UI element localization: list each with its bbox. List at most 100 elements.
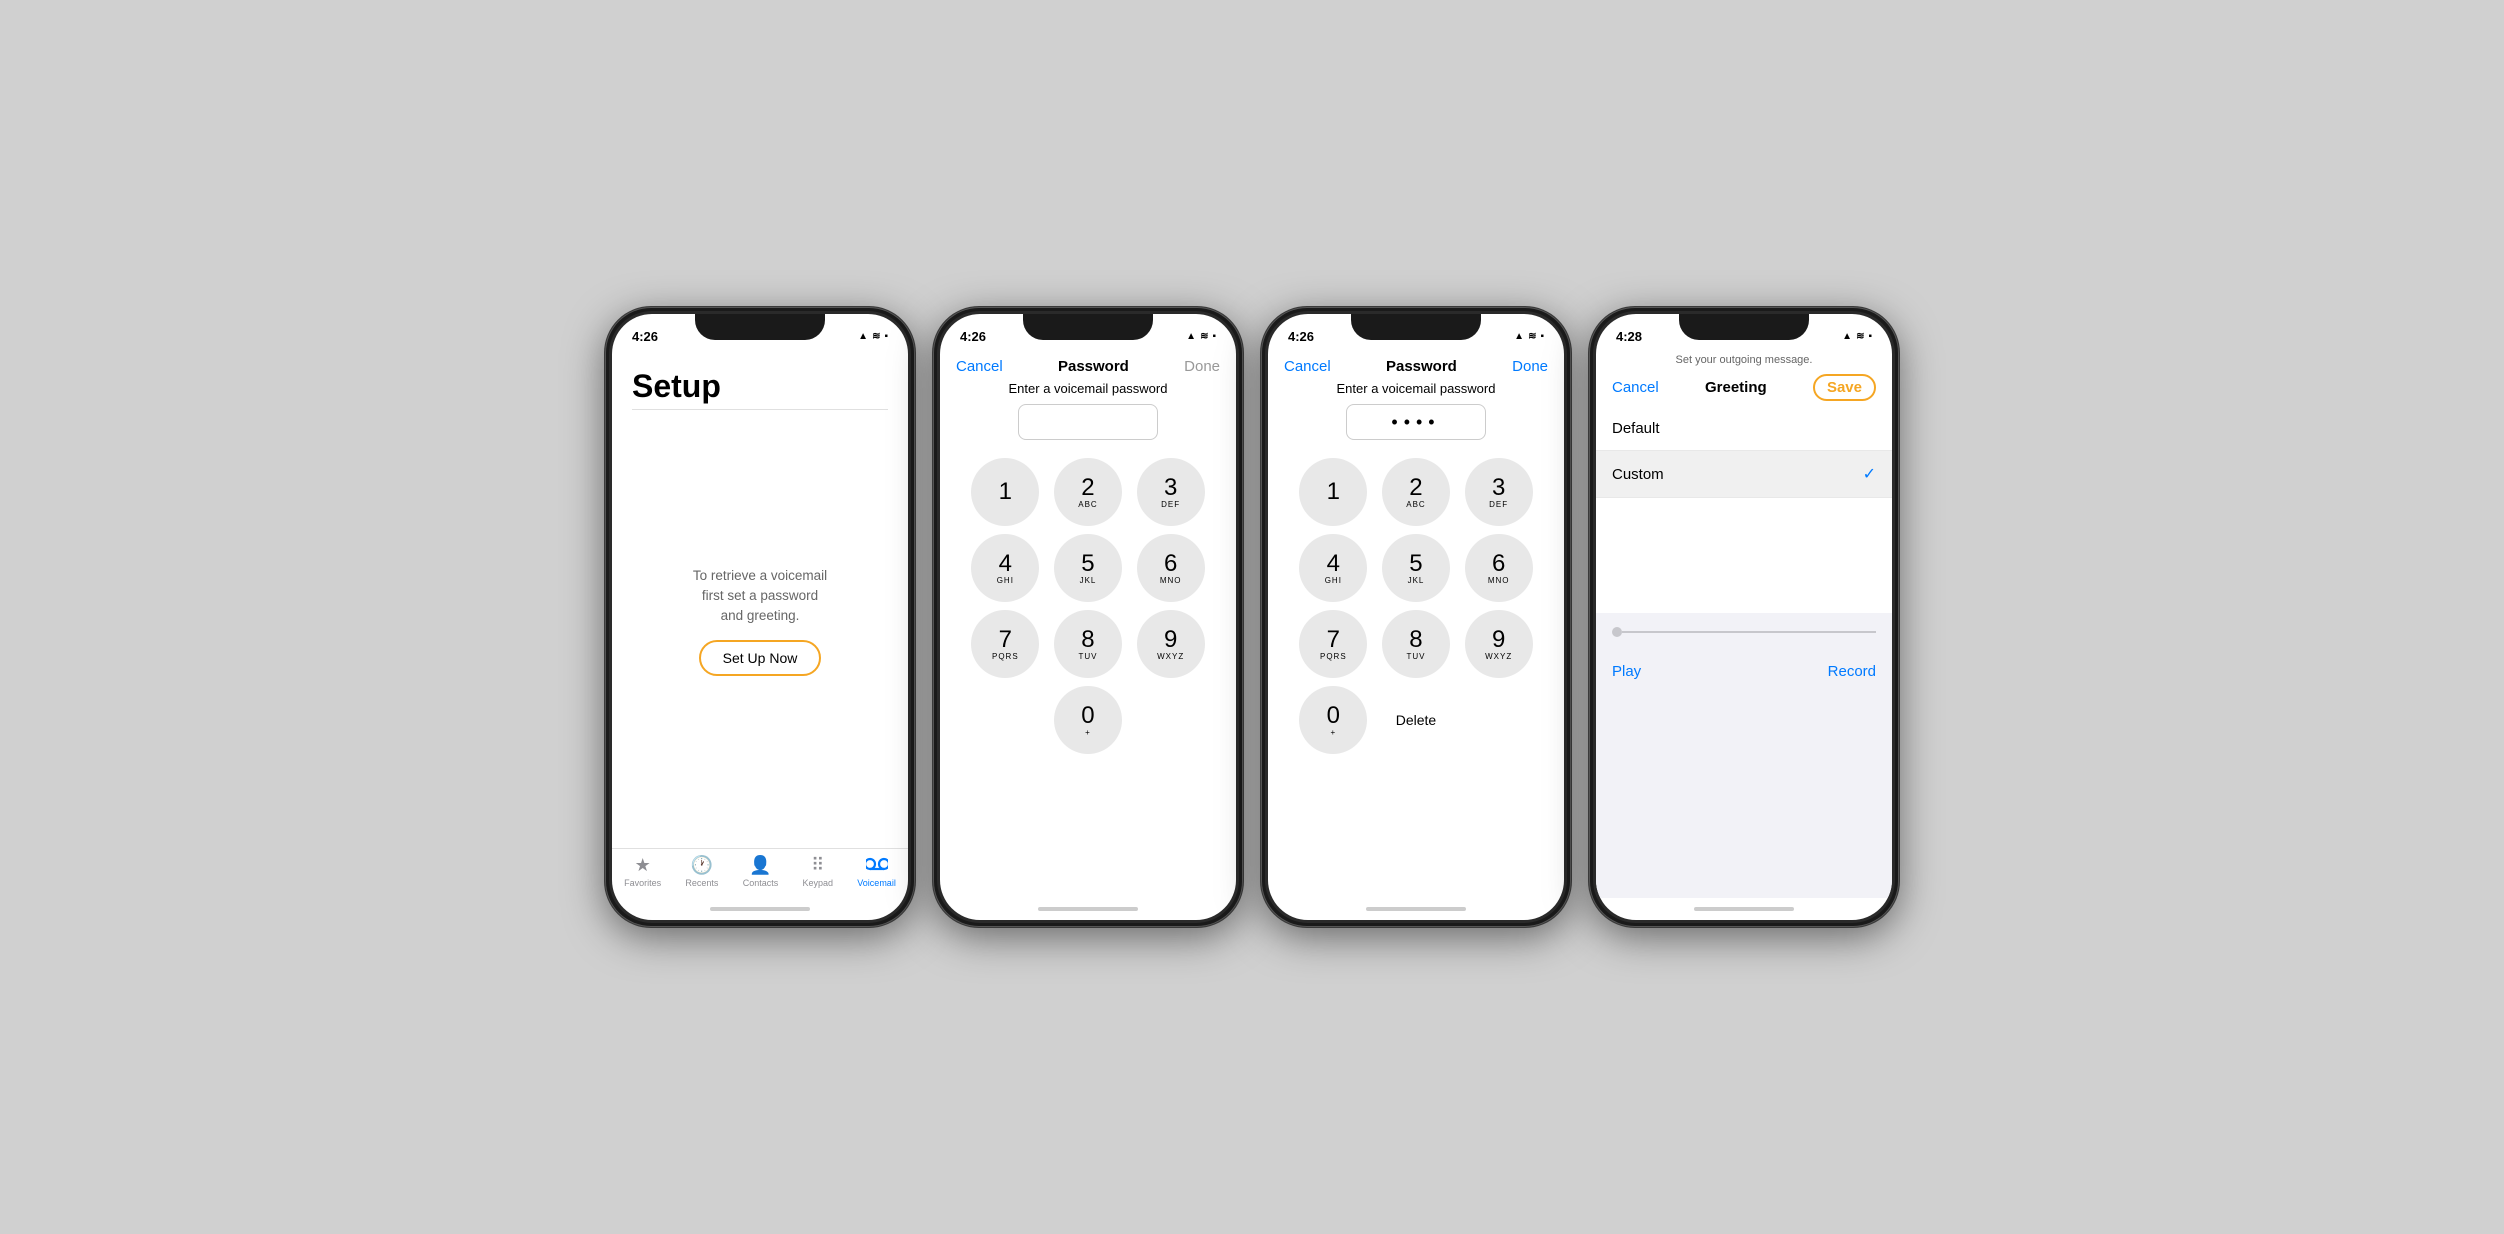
tab-contacts-label: Contacts <box>743 878 779 888</box>
key-7-p3[interactable]: 7PQRS <box>1299 610 1367 678</box>
key-5-p3[interactable]: 5JKL <box>1382 534 1450 602</box>
tab-keypad[interactable]: ⠿ Keypad <box>803 855 834 888</box>
progress-line <box>1622 631 1876 633</box>
tab-contacts[interactable]: 👤 Contacts <box>743 855 779 888</box>
notch-3 <box>1351 314 1481 340</box>
tab-recents-label: Recents <box>685 878 718 888</box>
key-9[interactable]: 9WXYZ <box>1137 610 1205 678</box>
home-indicator-4 <box>1596 898 1892 920</box>
pw-label-3: Enter a voicemail password <box>1337 381 1496 396</box>
screen-content-4: Default Custom ✓ Play Record <box>1596 407 1892 898</box>
greeting-custom-item[interactable]: Custom ✓ <box>1596 451 1892 498</box>
tab-keypad-label: Keypad <box>803 878 834 888</box>
key-0[interactable]: 0+ <box>1054 686 1122 754</box>
tab-voicemail-label: Voicemail <box>857 878 896 888</box>
wifi-icon: ≋ <box>872 331 880 342</box>
contacts-icon: 👤 <box>749 855 771 876</box>
home-indicator-1 <box>612 898 908 920</box>
phone-3: 4:26 ▲ ≋ ▪ Cancel Password Done Enter a … <box>1261 307 1571 927</box>
pw-input-3[interactable]: •••• <box>1346 404 1486 440</box>
tab-favorites-label: Favorites <box>624 878 661 888</box>
signal-icon-4: ▲ <box>1842 331 1852 342</box>
voicemail-icon <box>866 855 888 876</box>
progress-dot <box>1612 627 1622 637</box>
tab-favorites[interactable]: ★ Favorites <box>624 855 661 888</box>
tab-recents[interactable]: 🕐 Recents <box>685 855 718 888</box>
phone-2: 4:26 ▲ ≋ ▪ Cancel Password Done Enter a … <box>933 307 1243 927</box>
phones-container: 4:26 ▲ ≋ ▪ Setup To retrieve a voicemail… <box>605 307 1899 927</box>
home-indicator-2 <box>940 898 1236 920</box>
key-1[interactable]: 1 <box>971 458 1039 526</box>
key-0-p3[interactable]: 0+ <box>1299 686 1367 754</box>
record-button[interactable]: Record <box>1828 663 1876 680</box>
signal-icon: ▲ <box>858 331 868 342</box>
wifi-icon-2: ≋ <box>1200 331 1208 342</box>
notch-4 <box>1679 314 1809 340</box>
greeting-default-item[interactable]: Default <box>1596 407 1892 451</box>
key-1-p3[interactable]: 1 <box>1299 458 1367 526</box>
nav-bar-3: Cancel Password Done <box>1268 352 1564 381</box>
key-3[interactable]: 3DEF <box>1137 458 1205 526</box>
custom-label: Custom <box>1612 466 1664 483</box>
key-8-p3[interactable]: 8TUV <box>1382 610 1450 678</box>
tab-bar-1: ★ Favorites 🕐 Recents 👤 Contacts ⠿ Keypa… <box>612 848 908 898</box>
key-9-p3[interactable]: 9WXYZ <box>1465 610 1533 678</box>
signal-icon-2: ▲ <box>1186 331 1196 342</box>
greeting-subnote: Set your outgoing message. <box>1596 352 1892 368</box>
greeting-empty-area <box>1596 692 1892 898</box>
done-button-3[interactable]: Done <box>1512 358 1548 375</box>
setup-screen: Setup To retrieve a voicemailfirst set a… <box>612 352 908 848</box>
key-6[interactable]: 6MNO <box>1137 534 1205 602</box>
battery-icon: ▪ <box>884 331 888 342</box>
greeting-list: Default Custom ✓ <box>1596 407 1892 613</box>
setup-title: Setup <box>632 368 888 405</box>
cancel-button-2[interactable]: Cancel <box>956 358 1003 375</box>
key-5[interactable]: 5JKL <box>1054 534 1122 602</box>
cancel-button-4[interactable]: Cancel <box>1612 379 1659 396</box>
checkmark-icon: ✓ <box>1863 464 1876 484</box>
battery-icon-3: ▪ <box>1540 331 1544 342</box>
delete-label: Delete <box>1396 712 1436 728</box>
tab-voicemail[interactable]: Voicemail <box>857 855 896 888</box>
setup-body-text: To retrieve a voicemailfirst set a passw… <box>693 566 827 627</box>
key-3-p3[interactable]: 3DEF <box>1465 458 1533 526</box>
status-icons-1: ▲ ≋ ▪ <box>858 331 888 342</box>
progress-section <box>1596 613 1892 651</box>
key-0-p3-wrapper: 0+ <box>1296 686 1371 754</box>
signal-icon-3: ▲ <box>1514 331 1524 342</box>
status-time-1: 4:26 <box>632 329 658 344</box>
save-button[interactable]: Save <box>1813 374 1876 401</box>
key-6-p3[interactable]: 6MNO <box>1465 534 1533 602</box>
screen-content-1: Setup To retrieve a voicemailfirst set a… <box>612 352 908 848</box>
keypad-icon: ⠿ <box>811 855 824 876</box>
recents-icon: 🕐 <box>691 855 713 876</box>
done-button-2[interactable]: Done <box>1184 358 1220 375</box>
key-2-p3[interactable]: 2ABC <box>1382 458 1450 526</box>
play-button[interactable]: Play <box>1612 663 1641 680</box>
keypad-3: 1 2ABC 3DEF 4GHI 5JKL 6MNO 7PQRS 8TUV 9W… <box>1296 458 1536 754</box>
set-up-now-button[interactable]: Set Up Now <box>699 640 822 676</box>
battery-icon-4: ▪ <box>1868 331 1872 342</box>
phone-4: 4:28 ▲ ≋ ▪ Set your outgoing message. Ca… <box>1589 307 1899 927</box>
nav-bar-4: Cancel Greeting Save <box>1596 368 1892 407</box>
cancel-button-3[interactable]: Cancel <box>1284 358 1331 375</box>
pw-label-2: Enter a voicemail password <box>1009 381 1168 396</box>
status-icons-2: ▲ ≋ ▪ <box>1186 331 1216 342</box>
key-8[interactable]: 8TUV <box>1054 610 1122 678</box>
key-2[interactable]: 2ABC <box>1054 458 1122 526</box>
notch-2 <box>1023 314 1153 340</box>
battery-icon-2: ▪ <box>1212 331 1216 342</box>
greeting-title: Greeting <box>1705 379 1767 396</box>
key-4[interactable]: 4GHI <box>971 534 1039 602</box>
key-7[interactable]: 7PQRS <box>971 610 1039 678</box>
pw-input-2[interactable] <box>1018 404 1158 440</box>
password-content-3: Enter a voicemail password •••• 1 2ABC 3… <box>1268 381 1564 898</box>
delete-button[interactable]: Delete <box>1382 686 1450 754</box>
password-title-3: Password <box>1386 358 1457 375</box>
screen-content-2: Enter a voicemail password 1 2ABC 3DEF 4… <box>940 381 1236 898</box>
wifi-icon-3: ≋ <box>1528 331 1536 342</box>
key-4-p3[interactable]: 4GHI <box>1299 534 1367 602</box>
password-content-2: Enter a voicemail password 1 2ABC 3DEF 4… <box>940 381 1236 898</box>
play-record-bar: Play Record <box>1596 651 1892 692</box>
nav-bar-2: Cancel Password Done <box>940 352 1236 381</box>
